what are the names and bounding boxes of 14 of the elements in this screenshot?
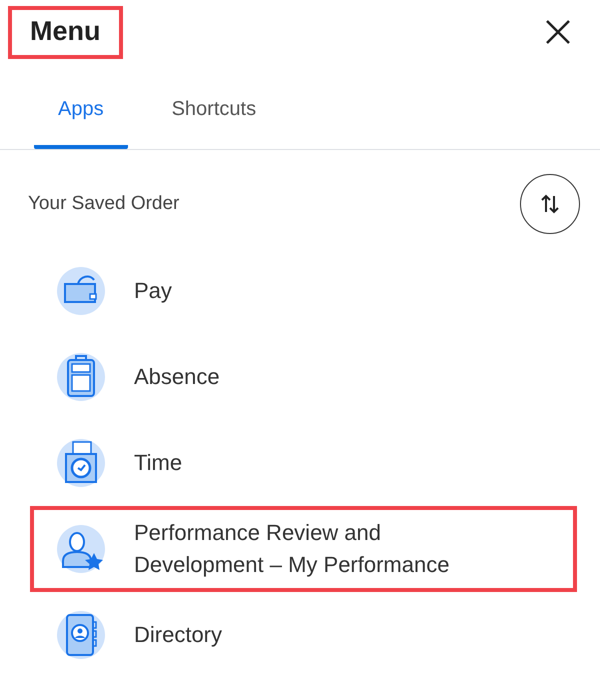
menu-title: Menu <box>8 6 122 58</box>
app-item[interactable]: Absence <box>30 334 577 420</box>
wallet-icon <box>56 266 106 316</box>
time-clock-icon <box>56 438 106 488</box>
suitcase-icon <box>56 352 106 402</box>
app-item[interactable]: Time <box>30 420 577 506</box>
tab[interactable]: Apps <box>34 90 128 149</box>
app-item[interactable]: Directory <box>30 592 577 678</box>
close-icon[interactable] <box>544 18 572 46</box>
app-item[interactable]: Performance Review and Development – My Performance <box>30 506 577 592</box>
section-label: Your Saved Order <box>28 193 180 215</box>
app-item[interactable]: Pay <box>30 248 577 334</box>
tab[interactable]: Shortcuts <box>148 90 280 149</box>
address-book-icon <box>56 610 106 660</box>
